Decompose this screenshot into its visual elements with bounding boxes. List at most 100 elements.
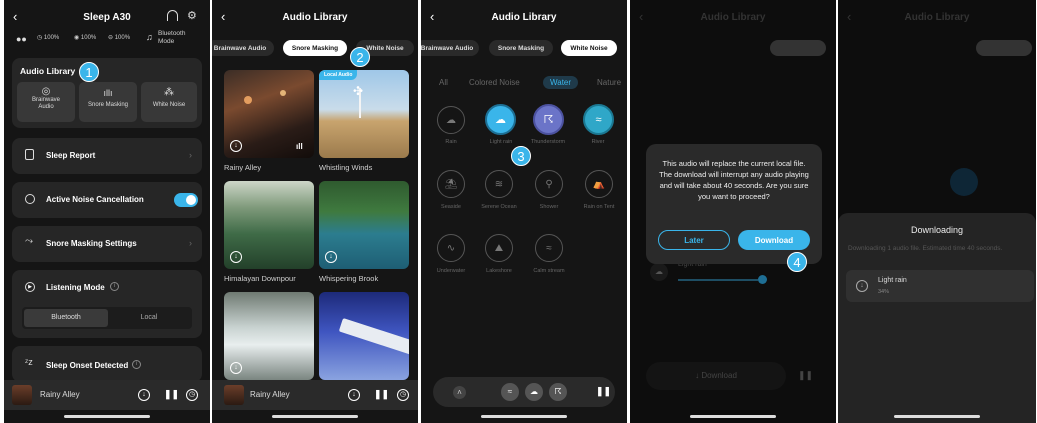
calm-stream-icon[interactable]: ≈ <box>535 234 563 262</box>
screen-device-home: ‹ Sleep A30 ⚙ ●● ◷ 100% ◉ 100% ⊖ 100% ♫ … <box>4 0 210 423</box>
sound-label: Thunderstorm <box>530 139 566 145</box>
music-note-icon: ♫ <box>146 32 153 42</box>
timer-icon[interactable]: ◷ <box>186 389 198 401</box>
chevron-up-icon[interactable]: ˄ <box>453 386 466 399</box>
category-all[interactable]: All <box>439 78 448 87</box>
later-button[interactable]: Later <box>658 230 730 250</box>
timer-icon[interactable]: ◷ <box>397 389 409 401</box>
mode-segment: Bluetooth Local <box>22 307 192 329</box>
battery-left-value: 100% <box>43 35 60 41</box>
category-nature[interactable]: Nature <box>597 78 621 87</box>
download-button[interactable]: Download <box>738 230 810 250</box>
mini-player[interactable]: Rainy Alley ↓ ❚❚ ◷ <box>212 380 418 410</box>
tab-white-noise[interactable]: White Noise <box>561 40 617 56</box>
tab-snore-masking[interactable]: Snore Masking <box>489 40 553 56</box>
page-title: Audio Library <box>700 12 766 23</box>
thunderstorm-icon[interactable]: ☈ <box>533 104 564 135</box>
page-title: Audio Library <box>491 12 557 23</box>
sleep-report-row[interactable]: Sleep Report › <box>12 138 202 174</box>
play-circle-icon: ▶ <box>25 282 35 292</box>
dimmed-tab <box>976 40 1032 56</box>
download-icon[interactable]: ↓ <box>230 251 242 263</box>
mode-bluetooth-option[interactable]: Bluetooth <box>24 309 108 327</box>
snore-masking-label: Snore Masking <box>87 102 129 108</box>
volume-slider-knob <box>758 275 767 284</box>
home-indicator <box>272 415 358 418</box>
mixer-thunderstorm-icon[interactable]: ☈ <box>549 383 567 401</box>
whispering-brook-card[interactable]: ↓ <box>319 181 409 269</box>
category-colored-noise[interactable]: Colored Noise <box>469 78 520 87</box>
serene-ocean-icon[interactable]: ≋ <box>485 170 513 198</box>
rain-icon[interactable]: ☁ <box>437 106 465 134</box>
item-title: Whispering Brook <box>319 274 379 283</box>
mini-player[interactable]: Rainy Alley ↓ ❚❚ ◷ <box>4 380 210 410</box>
tab-brainwave[interactable]: Brainwave Audio <box>421 40 479 56</box>
page-title: Audio Library <box>282 12 348 23</box>
underwater-icon[interactable]: ∿ <box>437 234 465 262</box>
white-noise-icon: ⁂ <box>164 87 174 98</box>
brainwave-label: Brainwave Audio <box>31 97 60 110</box>
anc-label: Active Noise Cancellation <box>46 195 144 204</box>
item-progress: 34% <box>878 289 890 295</box>
download-icon: ↓ <box>856 280 868 292</box>
snore-masking-button[interactable]: ıllı Snore Masking <box>79 82 137 122</box>
pause-icon[interactable]: ❚❚ <box>374 389 389 400</box>
info-icon[interactable]: i <box>132 360 141 369</box>
white-noise-button[interactable]: ⁂ White Noise <box>141 82 197 122</box>
rainy-alley-card[interactable]: ↓ ıll <box>224 70 314 158</box>
shower-icon[interactable]: ⚲ <box>535 170 563 198</box>
item-title: Whistling Winds <box>319 163 373 172</box>
sound-label: Underwater <box>436 268 466 274</box>
pause-icon[interactable]: ❚❚ <box>596 386 611 397</box>
info-icon[interactable]: i <box>110 282 119 291</box>
local-audio-tag: Local Audio <box>319 70 358 80</box>
river-icon[interactable]: ≈ <box>583 104 614 135</box>
lakeshore-icon[interactable]: ⛰ <box>485 234 513 262</box>
download-icon[interactable]: ↓ <box>138 389 150 401</box>
mixer-river-icon[interactable]: ≈ <box>501 383 519 401</box>
mixer-bar[interactable]: ˄ ≈ ☁ ☈ ❚❚ <box>433 377 615 407</box>
pause-icon[interactable]: ❚❚ <box>164 389 179 400</box>
anc-toggle[interactable] <box>174 193 198 207</box>
snore-settings-icon: ⤳ <box>25 236 33 247</box>
sleep-onset-row: ᶻz Sleep Onset Detected i <box>12 346 202 382</box>
himalayan-downpour-card[interactable]: ↓ <box>224 181 314 269</box>
rain-on-tent-icon[interactable]: ⛺ <box>585 170 613 198</box>
dimmed-pause-icon: ❚❚ <box>798 370 814 380</box>
item-title: Rainy Alley <box>224 163 262 172</box>
battery-left: ◷ 100% <box>37 35 60 41</box>
tab-snore-masking[interactable]: Snore Masking <box>283 40 347 56</box>
windmill-blade: ✣ <box>353 84 364 98</box>
item-name: Light rain <box>878 277 907 284</box>
brainwave-audio-button[interactable]: ◎ Brainwave Audio <box>17 82 75 122</box>
download-icon[interactable]: ↓ <box>348 389 360 401</box>
white-noise-label: White Noise <box>152 102 186 108</box>
headphone-icon[interactable] <box>167 10 178 21</box>
airplane-card[interactable] <box>319 292 409 380</box>
whistling-winds-card[interactable]: Local Audio ✣ <box>319 70 409 158</box>
gear-icon[interactable]: ⚙ <box>187 9 197 22</box>
chevron-right-icon: › <box>189 150 192 160</box>
rapids-card[interactable]: ↓ <box>224 292 314 380</box>
playing-bars-icon: ıll <box>296 142 303 151</box>
bg-download-label: Download <box>701 371 737 380</box>
snore-settings-row[interactable]: ⤳ Snore Masking Settings › <box>12 226 202 262</box>
sound-label: Rain <box>445 139 457 145</box>
category-water[interactable]: Water <box>543 76 579 89</box>
tab-brainwave[interactable]: Brainwave Audio <box>212 40 274 56</box>
anc-toggle-knob <box>186 195 196 205</box>
download-icon[interactable]: ↓ <box>230 140 242 152</box>
seaside-icon[interactable]: ⛱ <box>437 170 465 198</box>
page-title: Audio Library <box>904 12 970 23</box>
soundwave-icon: ıllı <box>103 88 113 98</box>
dimmed-tab <box>770 40 826 56</box>
earbuds-icon: ●● <box>16 34 27 44</box>
download-icon[interactable]: ↓ <box>325 251 337 263</box>
audio-library-card: Audio Library ◎ Brainwave Audio ıllı Sno… <box>12 58 202 128</box>
download-icon[interactable]: ↓ <box>230 362 242 374</box>
mixer-light-rain-icon[interactable]: ☁ <box>525 383 543 401</box>
mode-local-option[interactable]: Local <box>108 309 190 327</box>
light-rain-icon[interactable]: ☁ <box>485 104 516 135</box>
item-title: Himalayan Downpour <box>224 274 296 283</box>
anc-icon <box>25 194 35 204</box>
